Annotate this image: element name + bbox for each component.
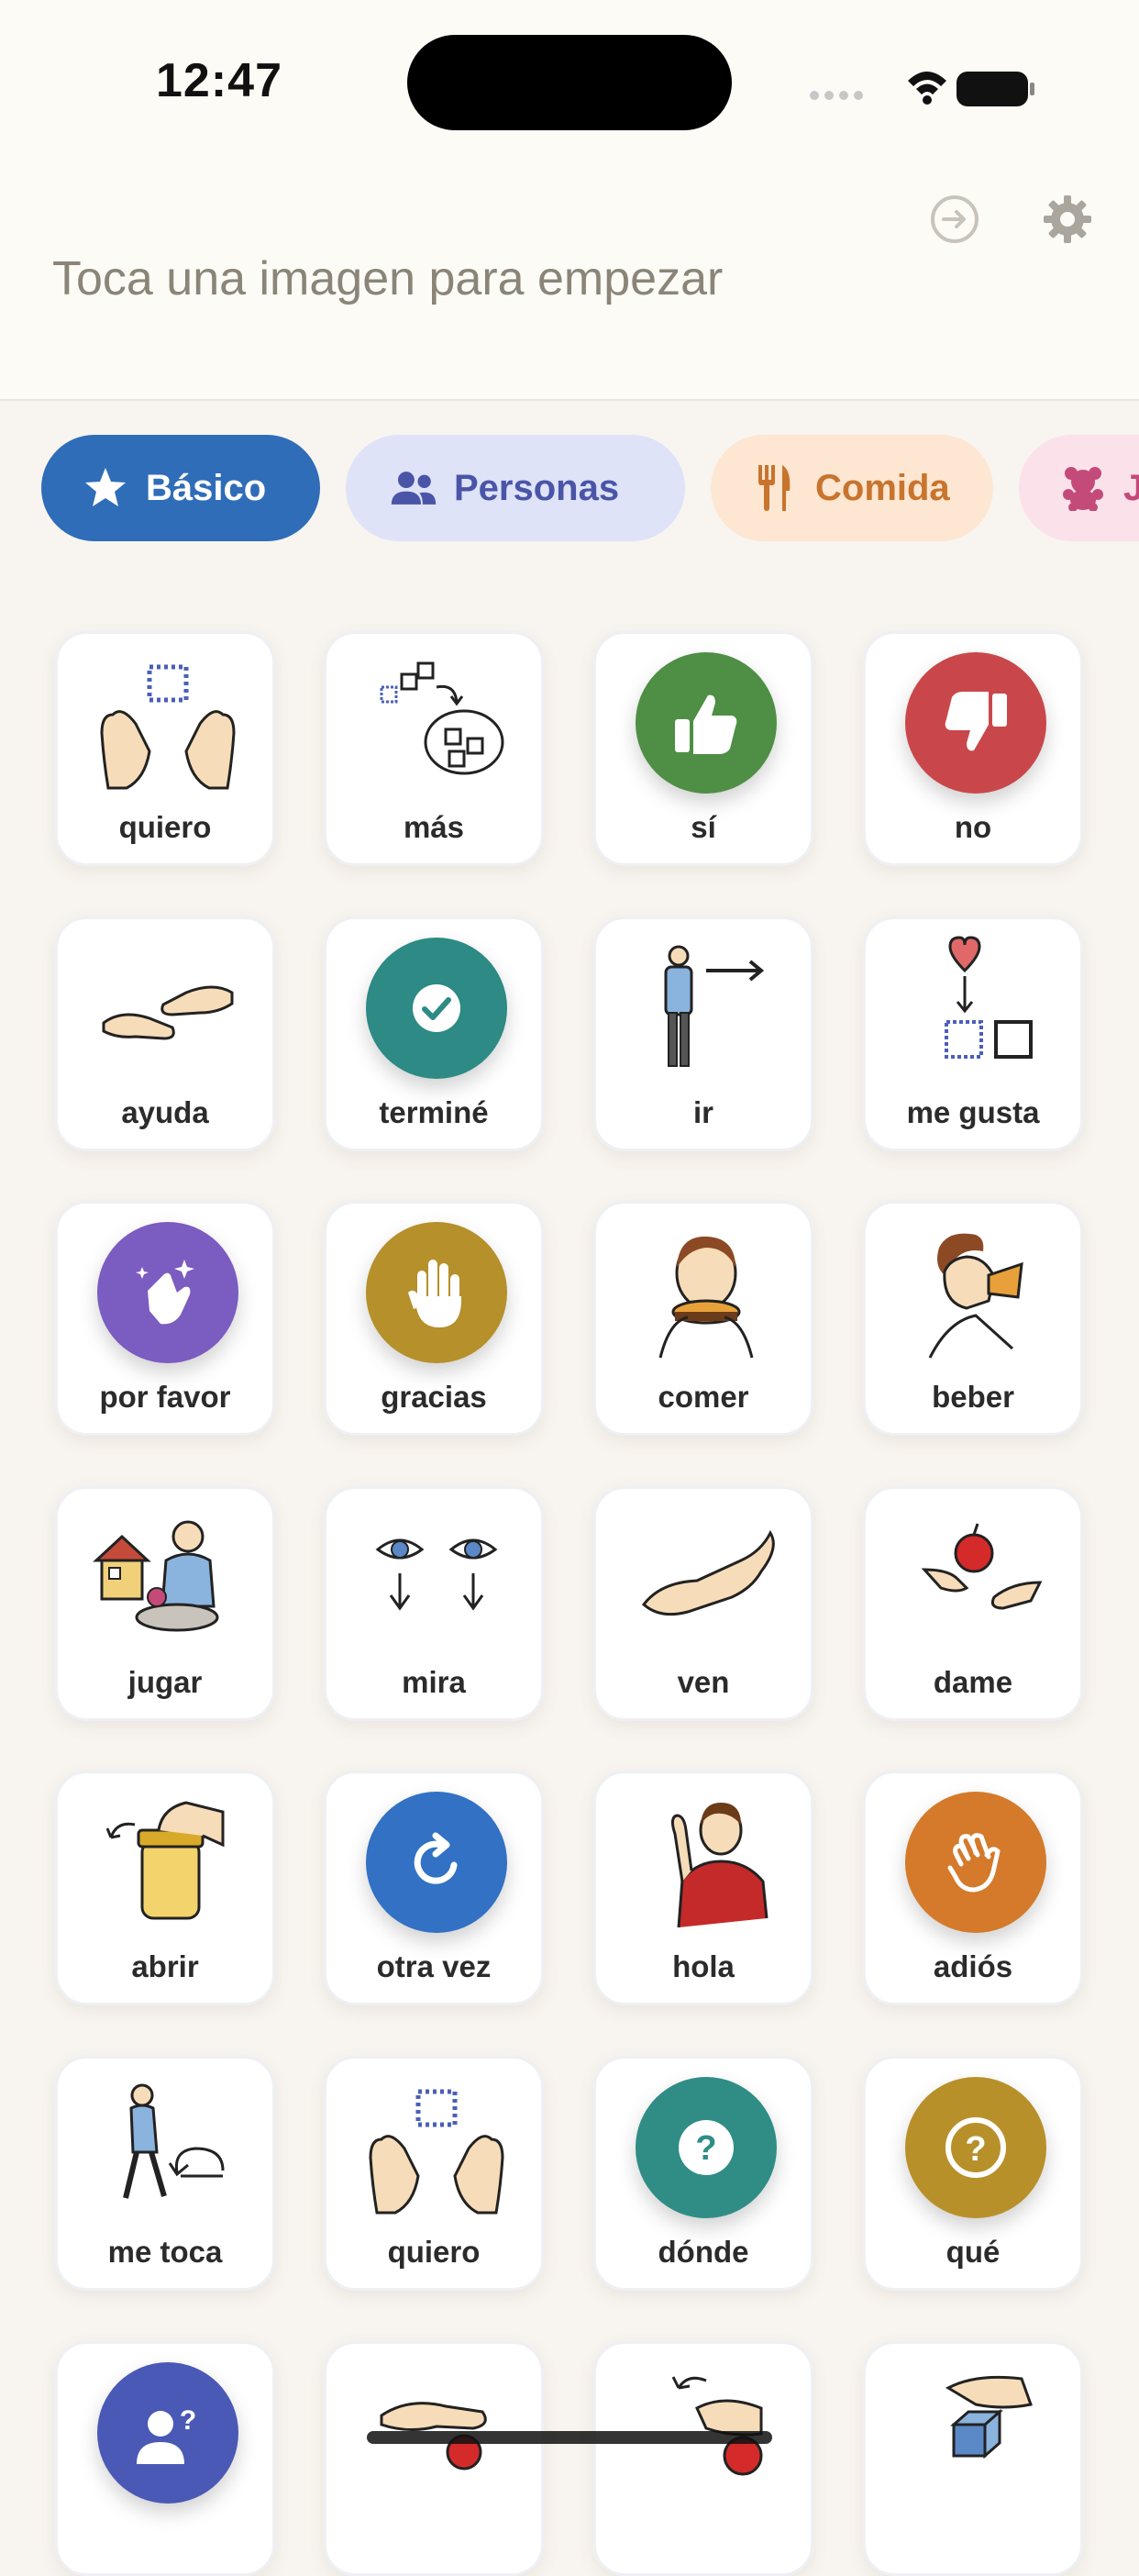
symbol-card-otra-vez[interactable]: otra vez	[324, 1771, 544, 2005]
symbol-grid: quiero más sí no ayuda terminé ir me gus…	[0, 0, 1139, 2576]
thumbs-down-icon	[905, 652, 1046, 794]
symbol-card-dame[interactable]: dame	[863, 1486, 1083, 1721]
heart-like-icon	[945, 936, 1033, 1059]
symbol-label: por favor	[99, 1380, 231, 1414]
symbol-label: sí	[691, 810, 716, 844]
symbol-label: me toca	[107, 2235, 223, 2269]
hand-raise-icon	[366, 1222, 507, 1363]
symbol-card-caja[interactable]	[863, 2341, 1083, 2576]
symbol-card-quiero[interactable]: quiero	[55, 631, 275, 866]
symbol-card-pelota[interactable]	[324, 2341, 544, 2576]
hands-want-icon	[100, 664, 236, 790]
check-icon	[366, 938, 507, 1079]
hand-box-icon	[945, 2375, 1033, 2459]
symbol-card-gracias[interactable]: gracias	[324, 1201, 544, 1436]
person-question-icon: ?	[97, 2362, 238, 2504]
symbol-card-mas[interactable]: más	[324, 631, 544, 866]
symbol-card-mira[interactable]: mira	[324, 1486, 544, 1721]
symbol-label: dónde	[658, 2235, 749, 2269]
symbol-card-beber[interactable]: beber	[863, 1201, 1083, 1436]
symbol-card-por-favor[interactable]: por favor	[55, 1201, 275, 1436]
symbol-label: dame	[933, 1665, 1013, 1699]
symbol-label: adiós	[933, 1949, 1013, 1983]
open-jar-icon	[105, 1801, 225, 1920]
symbol-label: otra vez	[376, 1949, 492, 1983]
symbol-label: más	[403, 810, 465, 844]
symbol-label: jugar	[127, 1665, 203, 1699]
home-indicator[interactable]	[367, 2431, 772, 2444]
symbol-label: abrir	[131, 1949, 199, 1983]
symbol-card-no[interactable]: no	[863, 631, 1083, 866]
symbol-label: mira	[402, 1665, 466, 1699]
symbol-label: hola	[672, 1949, 735, 1983]
person-go-icon	[664, 945, 765, 1067]
wave-hand-icon	[905, 1792, 1046, 1933]
symbol-card-que[interactable]: ? qué	[863, 2056, 1083, 2291]
symbol-card-termine[interactable]: terminé	[324, 916, 544, 1151]
symbol-label: ven	[677, 1665, 730, 1699]
symbol-card-donde[interactable]: ? dónde	[593, 2056, 813, 2291]
symbol-label: comer	[658, 1380, 749, 1414]
wave-person-icon	[670, 1803, 769, 1928]
symbol-card-si[interactable]: sí	[593, 631, 813, 866]
symbol-label: me gusta	[906, 1095, 1040, 1129]
symbol-label: qué	[945, 2235, 1001, 2269]
symbol-card-comer[interactable]: comer	[593, 1201, 813, 1436]
help-hands-icon	[102, 985, 234, 1040]
symbol-label: no	[954, 810, 992, 844]
symbol-card-quiero-2[interactable]: quiero	[324, 2056, 544, 2291]
symbol-card-me-gusta[interactable]: me gusta	[863, 916, 1083, 1151]
drinking-icon	[928, 1233, 1023, 1359]
sparkle-hands-icon	[97, 1222, 238, 1363]
hands-want-icon	[369, 2089, 504, 2215]
eating-icon	[658, 1236, 754, 1359]
eyes-icon	[375, 1538, 498, 1611]
come-hand-icon	[641, 1529, 775, 1616]
symbol-card-ven[interactable]: ven	[593, 1486, 813, 1721]
symbol-card-hola[interactable]: hola	[593, 1771, 813, 2005]
thumbs-up-icon	[636, 652, 777, 794]
symbol-card-abrir[interactable]: abrir	[55, 1771, 275, 2005]
my-turn-icon	[123, 2083, 225, 2199]
symbol-label: quiero	[118, 810, 212, 844]
symbol-label: ir	[692, 1095, 713, 1129]
question-icon: ?	[636, 2077, 777, 2218]
symbol-card-ir[interactable]: ir	[593, 916, 813, 1151]
symbol-card-me-toca[interactable]: me toca	[55, 2056, 275, 2291]
repeat-icon	[366, 1792, 507, 1933]
give-me-icon	[921, 1523, 1043, 1610]
symbol-label: quiero	[387, 2235, 481, 2269]
symbol-card-adios[interactable]: adiós	[863, 1771, 1083, 2005]
symbol-card-quien[interactable]: ?	[55, 2341, 275, 2576]
question-circle-icon: ?	[905, 2077, 1046, 2218]
more-squares-icon	[380, 661, 504, 775]
svg-text:?: ?	[965, 2130, 986, 2169]
symbol-label: ayuda	[121, 1095, 209, 1129]
symbol-label: terminé	[379, 1095, 489, 1129]
symbol-card-jugar[interactable]: jugar	[55, 1486, 275, 1721]
symbol-card-girar[interactable]	[593, 2341, 813, 2576]
svg-text:?: ?	[695, 2129, 716, 2168]
symbol-card-ayuda[interactable]: ayuda	[55, 916, 275, 1151]
playing-icon	[93, 1520, 219, 1632]
svg-text:?: ?	[180, 2405, 196, 2436]
symbol-label: beber	[932, 1380, 1014, 1414]
symbol-label: gracias	[381, 1380, 487, 1414]
